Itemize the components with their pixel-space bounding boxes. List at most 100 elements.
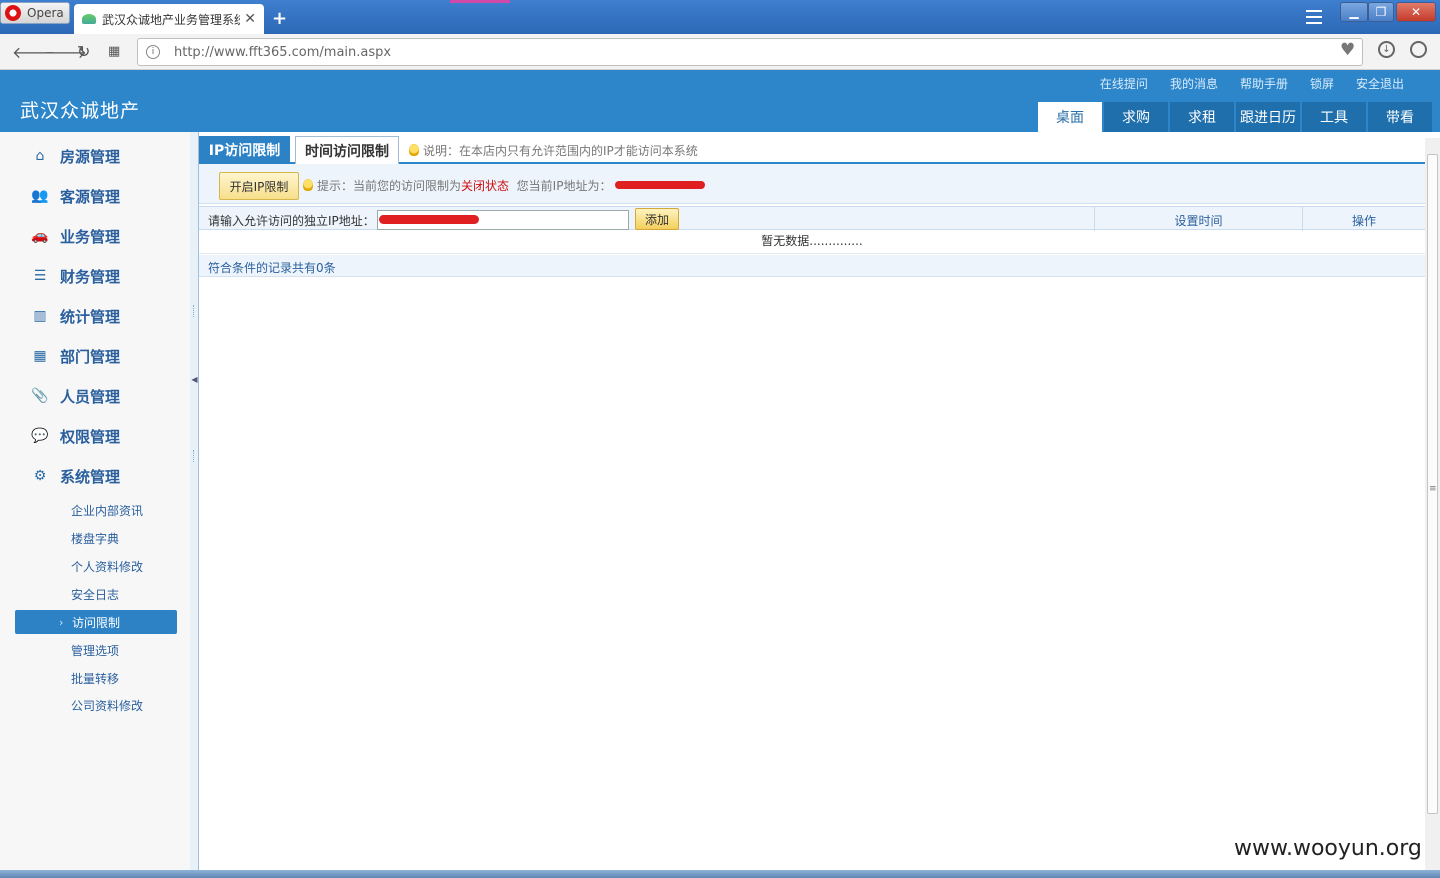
home-icon: ⌂ xyxy=(35,148,45,164)
app-title: 武汉众诚地产 xyxy=(20,100,141,122)
app-header: 武汉众诚地产 在线提问 我的消息 帮助手册 锁屏 安全退出 桌面 求购 求租 跟… xyxy=(0,70,1440,132)
sub-item-label: 访问限制 xyxy=(72,615,121,630)
sidebar-label: 权限管理 xyxy=(60,427,121,446)
tab-ip-limit[interactable]: IP访问限制 xyxy=(199,136,290,164)
tip-row: 开启IP限制 提示：当前您的访问限制为关闭状态 您当前IP地址为： xyxy=(199,164,1425,204)
sidebar-label: 统计管理 xyxy=(60,307,121,326)
sidebar-item-staff[interactable]: 📎 人员管理 xyxy=(30,384,120,408)
nav-buy[interactable]: 求购 xyxy=(1104,102,1168,132)
sidebar-label: 房源管理 xyxy=(60,147,121,166)
close-window-button[interactable]: ✕ xyxy=(1396,2,1436,22)
ip-grid-header: 请输入允许访问的独立IP地址： 添加 设置时间 操作 xyxy=(199,206,1425,231)
record-count: 符合条件的记录共有0条 xyxy=(208,261,336,275)
empty-data-row: 暂无数据.............. xyxy=(199,230,1425,254)
sidebar-splitter[interactable] xyxy=(190,132,199,878)
sidebar-item-property[interactable]: ⌂ 房源管理 xyxy=(30,144,120,168)
bookmark-heart-icon[interactable]: ♥ xyxy=(1340,40,1355,60)
redacted-ip-value xyxy=(379,215,479,224)
tip-suffix: 您当前IP地址为： xyxy=(516,179,612,193)
sub-item-profile-edit[interactable]: 个人资料修改 xyxy=(71,558,143,575)
opera-menu-label: Opera xyxy=(27,6,64,20)
bar-chart-icon: ▥ xyxy=(33,308,47,324)
close-tab-icon[interactable]: ✕ xyxy=(244,11,256,27)
sidebar-item-finance[interactable]: ☰ 财务管理 xyxy=(30,264,120,288)
sub-item-security-log[interactable]: 安全日志 xyxy=(71,586,119,603)
maximize-button[interactable]: ❐ xyxy=(1368,2,1394,22)
car-icon: 🚗 xyxy=(31,228,49,244)
url-text: http://www.fft365.com/main.aspx xyxy=(174,44,392,60)
taskbar-strip xyxy=(0,870,1440,878)
grid-footer: 符合条件的记录共有0条 xyxy=(199,255,1425,277)
site-info-icon[interactable]: i xyxy=(146,45,160,59)
nav-viewing[interactable]: 带看 xyxy=(1368,102,1432,132)
status-closed: 关闭状态 xyxy=(461,179,510,193)
sub-item-company-edit[interactable]: 公司资料修改 xyxy=(71,697,143,714)
minimize-button[interactable]: ▁ xyxy=(1340,2,1368,22)
splitter-grip xyxy=(193,450,196,462)
tab-time-limit[interactable]: 时间访问限制 xyxy=(295,136,399,164)
sidebar: ⌂ 房源管理 👥 客源管理 🚗 业务管理 ☰ 财务管理 ▥ 统计管理 ▦ 部门管… xyxy=(0,132,190,878)
add-ip-button[interactable]: 添加 xyxy=(635,208,679,230)
nav-tools[interactable]: 工具 xyxy=(1302,102,1366,132)
download-icon[interactable]: ↓ xyxy=(1378,41,1395,58)
link-online-question[interactable]: 在线提问 xyxy=(1100,75,1148,92)
sidebar-item-statistics[interactable]: ▥ 统计管理 xyxy=(30,304,120,328)
col-action: 操作 xyxy=(1351,214,1376,228)
link-help-manual[interactable]: 帮助手册 xyxy=(1240,75,1288,92)
chevron-right-icon: › xyxy=(59,615,64,629)
main-nav: 桌面 求购 求租 跟进日历 工具 带看 xyxy=(1038,102,1432,132)
browser-tab-active[interactable]: 武汉众诚地产业务管理系统 ✕ xyxy=(74,4,264,34)
nav-desktop[interactable]: 桌面 xyxy=(1038,102,1102,132)
vertical-scrollbar[interactable] xyxy=(1425,138,1440,878)
sidebar-item-departments[interactable]: ▦ 部门管理 xyxy=(30,344,120,368)
sidebar-item-clients[interactable]: 👥 客源管理 xyxy=(30,184,120,208)
speed-dial-icon[interactable]: ▦ xyxy=(108,44,120,59)
account-icon[interactable] xyxy=(1410,41,1427,58)
org-icon: ▦ xyxy=(33,348,47,364)
sidebar-label: 人员管理 xyxy=(60,387,121,406)
new-tab-button[interactable]: + xyxy=(272,8,287,29)
sub-item-batch-transfer[interactable]: 批量转移 xyxy=(71,670,119,687)
sub-item-building-dict[interactable]: 楼盘字典 xyxy=(71,530,119,547)
reload-icon[interactable]: ↻ xyxy=(77,42,90,61)
sub-item-news[interactable]: 企业内部资讯 xyxy=(71,502,143,519)
link-my-messages[interactable]: 我的消息 xyxy=(1170,75,1218,92)
sidebar-label: 客源管理 xyxy=(60,187,121,206)
tip-text: 提示：当前您的访问限制为关闭状态 您当前IP地址为： xyxy=(303,177,706,194)
address-toolbar: 🡐 🡒 ↻ ▦ i http://www.fft365.com/main.asp… xyxy=(0,34,1440,70)
col-set-time: 设置时间 xyxy=(1174,214,1223,228)
url-field[interactable]: i http://www.fft365.com/main.aspx xyxy=(137,38,1363,66)
favicon-icon xyxy=(82,14,96,24)
sidebar-item-system[interactable]: ⚙ 系统管理 xyxy=(30,464,120,488)
tab-note-text: 说明：在本店内只有允许范围内的IP才能访问本系统 xyxy=(423,144,698,158)
opera-logo-icon xyxy=(5,5,21,21)
finance-icon: ☰ xyxy=(33,268,47,284)
tab-note: 说明：在本店内只有允许范围内的IP才能访问本系统 xyxy=(409,142,698,159)
gear-icon: ⚙ xyxy=(33,468,47,484)
lightbulb-icon xyxy=(409,144,419,156)
tab-menu-icon[interactable] xyxy=(1306,10,1322,24)
link-logout[interactable]: 安全退出 xyxy=(1356,75,1404,92)
ip-input-label: 请输入允许访问的独立IP地址： xyxy=(208,214,375,228)
link-lock-screen[interactable]: 锁屏 xyxy=(1310,75,1334,92)
sidebar-label: 系统管理 xyxy=(60,467,121,486)
chat-icon: 💬 xyxy=(31,428,49,444)
splitter-grip xyxy=(193,305,196,317)
opera-menu-button[interactable]: Opera xyxy=(0,2,70,24)
nav-calendar[interactable]: 跟进日历 xyxy=(1236,102,1300,132)
sub-item-access-limit[interactable]: › 访问限制 xyxy=(15,610,177,634)
browser-tab-bar: Opera 武汉众诚地产业务管理系统 ✕ + ▁ ❐ ✕ xyxy=(0,0,1440,34)
sidebar-label: 财务管理 xyxy=(60,267,121,286)
sidebar-item-permissions[interactable]: 💬 权限管理 xyxy=(30,424,120,448)
redacted-ip xyxy=(615,181,706,189)
tab-title: 武汉众诚地产业务管理系统 xyxy=(102,12,241,27)
top-links: 在线提问 我的消息 帮助手册 锁屏 安全退出 xyxy=(1100,75,1404,92)
enable-ip-limit-button[interactable]: 开启IP限制 xyxy=(219,172,299,200)
tab-indicator xyxy=(450,0,510,3)
lightbulb-icon xyxy=(303,179,313,191)
sidebar-item-business[interactable]: 🚗 业务管理 xyxy=(30,224,120,248)
collapse-arrow-icon[interactable]: ◀ xyxy=(190,355,199,403)
sub-item-manage-options[interactable]: 管理选项 xyxy=(71,642,119,659)
nav-rent[interactable]: 求租 xyxy=(1170,102,1234,132)
sidebar-label: 业务管理 xyxy=(60,227,121,246)
